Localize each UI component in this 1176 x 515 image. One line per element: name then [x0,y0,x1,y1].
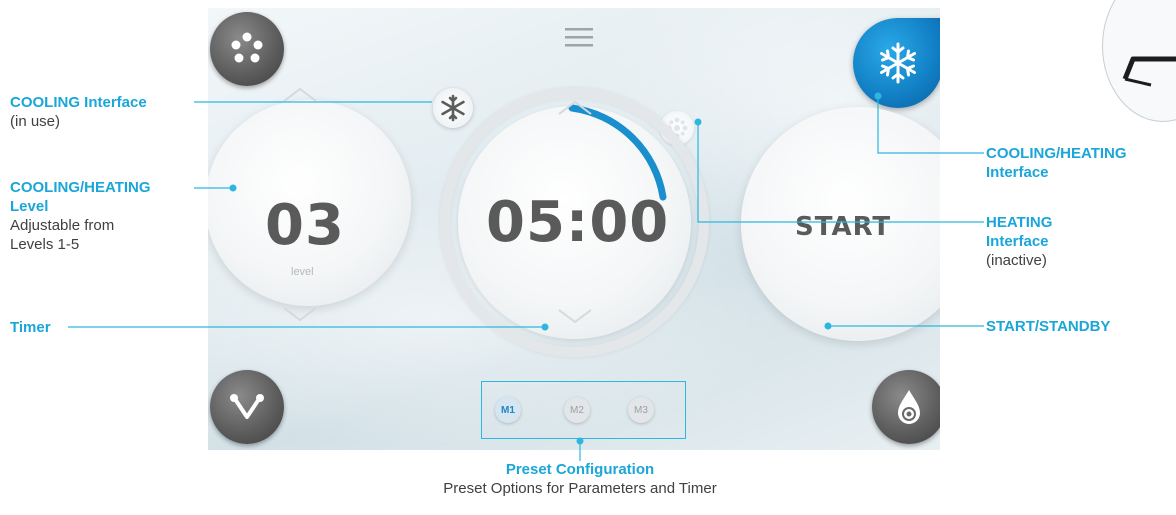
level-annotation-title-1: COOLING/HEATING [10,179,151,196]
level-annotation: COOLING/HEATING Level Adjustable from Le… [10,178,151,254]
heating-annotation: HEATING Interface (inactive) [986,213,1052,270]
heating-annotation-title-1: HEATING [986,214,1053,231]
level-annotation-sub-2: Levels 1-5 [10,236,80,253]
timer-annotation-title: Timer [10,319,51,336]
mode-annotation: COOLING/HEATING Interface [986,144,1127,182]
timer-annotation: Timer [10,318,51,337]
preset-annotation-title: Preset Configuration [505,461,655,478]
mode-annotation-title-1: COOLING/HEATING [986,145,1127,162]
cooling-annotation: COOLING Interface (in use) [10,93,147,131]
level-annotation-sub-1: Adjustable from [10,217,115,234]
start-annotation-title: START/STANDBY [986,318,1111,335]
preset-annotation: Preset Configuration Preset Options for … [380,460,780,498]
mode-annotation-title-2: Interface [986,164,1049,181]
preset-annotation-sub: Preset Options for Parameters and Timer [443,480,717,497]
heating-annotation-title-2: Interface [986,233,1049,250]
cooling-annotation-sub: (in use) [10,113,61,130]
heating-annotation-sub: (inactive) [986,252,1047,269]
start-annotation: START/STANDBY [986,317,1110,336]
cooling-annotation-title: COOLING Interface [10,94,147,111]
level-annotation-title-2: Level [10,198,49,215]
